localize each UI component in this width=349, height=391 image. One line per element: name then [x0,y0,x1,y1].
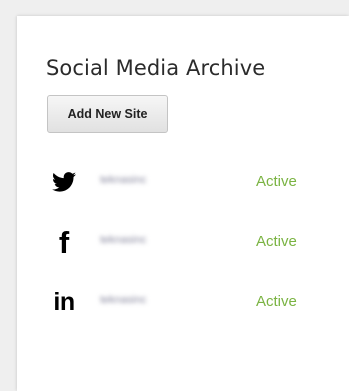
account-name[interactable]: teknasinc [100,294,146,306]
twitter-bird-icon[interactable] [49,162,79,202]
linkedin-in-icon[interactable]: in [49,282,79,322]
facebook-f-icon[interactable]: f [49,222,79,262]
site-row-linkedin: in teknasinc Active [17,282,349,322]
status-label: Active [256,233,297,250]
status-label: Active [256,293,297,310]
account-name[interactable]: teknasinc [100,234,146,246]
add-new-site-button[interactable]: Add New Site [47,95,168,133]
status-label: Active [256,173,297,190]
account-name[interactable]: teknasinc [100,174,146,186]
site-row-facebook: f teknasinc Active [17,222,349,262]
site-row-twitter: teknasinc Active [17,162,349,202]
social-media-archive-panel: Social Media Archive Add New Site teknas… [17,16,349,391]
panel-title: Social Media Archive [46,56,266,80]
